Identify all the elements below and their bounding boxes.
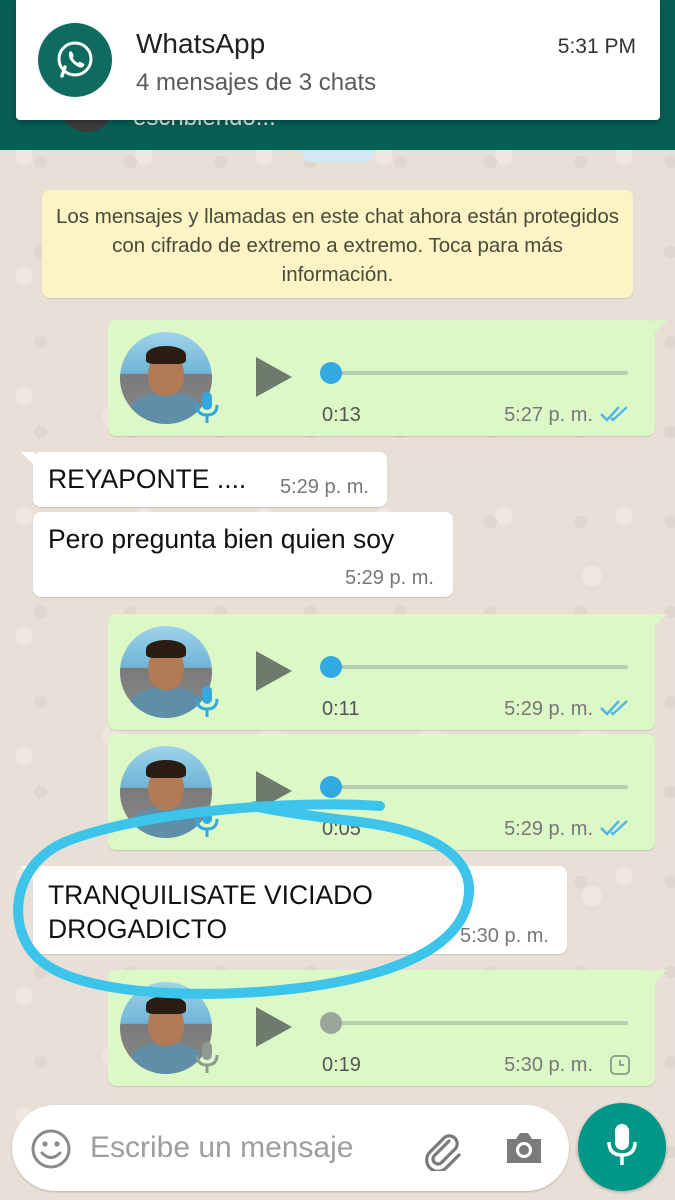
- camera-icon[interactable]: [503, 1129, 545, 1172]
- audio-progress-track[interactable]: [322, 1021, 628, 1025]
- message-time: 5:30 p. m.: [460, 925, 549, 947]
- play-icon[interactable]: [254, 649, 294, 698]
- double-check-read-icon: [599, 698, 631, 723]
- message-text-line: DROGADICTO: [48, 914, 228, 944]
- mic-icon: [194, 684, 220, 725]
- message-text: Pero pregunta bien quien soy: [48, 524, 395, 554]
- audio-progress-track[interactable]: [322, 665, 628, 669]
- audio-duration: 0:05: [322, 818, 361, 840]
- mic-icon: [194, 390, 220, 431]
- message-time: 5:30 p. m.: [504, 1054, 593, 1076]
- clock-pending-icon: [609, 1054, 631, 1081]
- date-chip: [302, 150, 374, 162]
- notification-time: 5:31 PM: [557, 35, 636, 58]
- double-check-read-icon: [599, 818, 631, 843]
- voice-record-button[interactable]: [578, 1103, 666, 1191]
- message-time: 5:29 p. m.: [345, 567, 434, 589]
- message-time: 5:27 p. m.: [504, 404, 593, 426]
- notification-card[interactable]: WhatsApp 4 mensajes de 3 chats 5:31 PM: [16, 0, 660, 120]
- audio-seek-handle[interactable]: [320, 1012, 342, 1034]
- text-message[interactable]: REYAPONTE .... 5:29 p. m.: [21, 452, 387, 507]
- notification-title: WhatsApp: [136, 28, 266, 59]
- message-text-line: TRANQUILISATE VICIADO: [48, 880, 373, 910]
- audio-progress-track[interactable]: [322, 371, 628, 375]
- mic-icon: [605, 1122, 639, 1173]
- audio-duration: 0:19: [322, 1054, 361, 1076]
- message-input[interactable]: Escribe un mensaje: [90, 1131, 353, 1165]
- mic-icon: [194, 804, 220, 845]
- message-text: REYAPONTE ....: [48, 464, 247, 494]
- message-time: 5:29 p. m.: [504, 698, 593, 720]
- text-message[interactable]: TRANQUILISATE VICIADO DROGADICTO 5:30 p.…: [21, 866, 567, 954]
- whatsapp-logo-icon: [38, 23, 112, 97]
- audio-duration: 0:13: [322, 404, 361, 426]
- mic-icon: [194, 1040, 220, 1081]
- audio-seek-handle[interactable]: [320, 362, 342, 384]
- message-text: TRANQUILISATE VICIADO DROGADICTO: [48, 878, 373, 946]
- play-icon[interactable]: [254, 769, 294, 818]
- emoji-icon[interactable]: [30, 1128, 72, 1175]
- audio-seek-handle[interactable]: [320, 776, 342, 798]
- audio-seek-handle[interactable]: [320, 656, 342, 678]
- text-message[interactable]: Pero pregunta bien quien soy 5:29 p. m.: [33, 512, 453, 597]
- message-composer[interactable]: Escribe un mensaje: [12, 1105, 569, 1191]
- voice-message[interactable]: 0:19 5:30 p. m.: [108, 970, 667, 1086]
- double-check-read-icon: [599, 404, 631, 429]
- encryption-notice[interactable]: Los mensajes y llamadas en este chat aho…: [42, 190, 633, 298]
- voice-message[interactable]: 0:11 5:29 p. m.: [108, 614, 667, 730]
- voice-message[interactable]: 0:05 5:29 p. m.: [108, 734, 655, 850]
- audio-duration: 0:11: [322, 698, 360, 720]
- audio-progress-track[interactable]: [322, 785, 628, 789]
- play-icon[interactable]: [254, 355, 294, 404]
- message-time: 5:29 p. m.: [280, 476, 369, 498]
- notification-summary: 4 mensajes de 3 chats: [136, 69, 377, 96]
- voice-message[interactable]: 0:13 5:27 p. m.: [108, 320, 667, 436]
- message-time: 5:29 p. m.: [504, 818, 593, 840]
- play-icon[interactable]: [254, 1005, 294, 1054]
- paperclip-icon[interactable]: [419, 1127, 463, 1176]
